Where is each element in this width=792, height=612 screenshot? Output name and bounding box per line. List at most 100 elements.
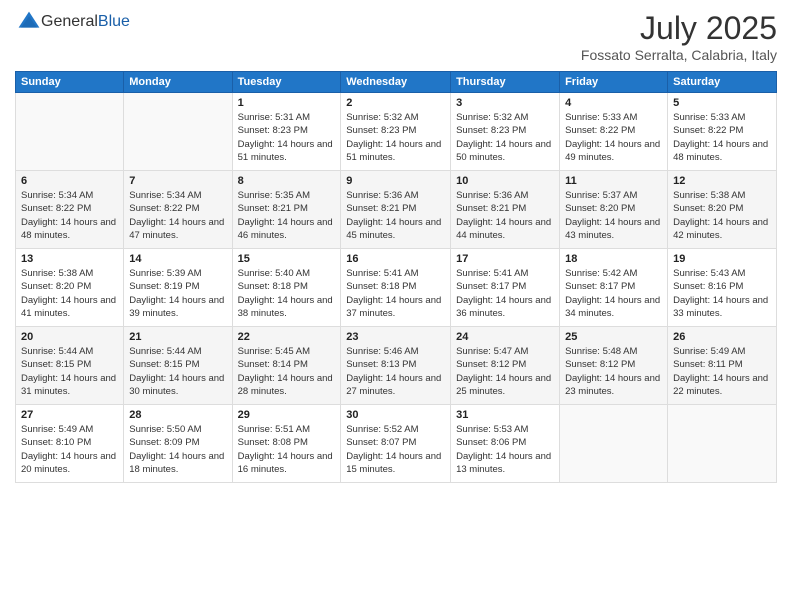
- day-header-tuesday: Tuesday: [232, 72, 341, 93]
- day-info: Sunrise: 5:44 AM Sunset: 8:15 PM Dayligh…: [129, 345, 226, 398]
- day-info: Sunrise: 5:36 AM Sunset: 8:21 PM Dayligh…: [346, 189, 445, 242]
- day-header-saturday: Saturday: [668, 72, 777, 93]
- day-number: 4: [565, 97, 662, 109]
- calendar-cell: 8 Sunrise: 5:35 AM Sunset: 8:21 PM Daylig…: [232, 171, 341, 249]
- calendar-cell: 14 Sunrise: 5:39 AM Sunset: 8:19 PM Dayli…: [124, 249, 232, 327]
- calendar-cell: 2Sunrise: 5:32 AM Sunset: 8:23 PM Daylig…: [341, 93, 451, 171]
- day-info: Sunrise: 5:50 AM Sunset: 8:09 PM Dayligh…: [129, 423, 226, 476]
- calendar-cell: 24Sunrise: 5:47 AM Sunset: 8:12 PM Dayli…: [451, 327, 560, 405]
- day-info: Sunrise: 5:38 AM Sunset: 8:20 PM Dayligh…: [673, 189, 771, 242]
- calendar-cell: 27 Sunrise: 5:49 AM Sunset: 8:10 PM Dayli…: [16, 405, 124, 483]
- day-info: Sunrise: 5:33 AM Sunset: 8:22 PM Dayligh…: [673, 111, 771, 164]
- day-info: Sunrise: 5:32 AM Sunset: 8:23 PM Dayligh…: [456, 111, 554, 164]
- day-info: Sunrise: 5:49 AM Sunset: 8:11 PM Dayligh…: [673, 345, 771, 398]
- day-number: 30: [346, 409, 445, 421]
- calendar-cell: 26 Sunrise: 5:49 AM Sunset: 8:11 PM Dayli…: [668, 327, 777, 405]
- calendar-cell: 17Sunrise: 5:41 AM Sunset: 8:17 PM Dayli…: [451, 249, 560, 327]
- calendar-title: July 2025: [581, 10, 777, 47]
- calendar-cell: [560, 405, 668, 483]
- calendar-cell: 22 Sunrise: 5:45 AM Sunset: 8:14 PM Dayli…: [232, 327, 341, 405]
- day-header-wednesday: Wednesday: [341, 72, 451, 93]
- day-number: 11: [565, 175, 662, 187]
- calendar-cell: 12 Sunrise: 5:38 AM Sunset: 8:20 PM Dayli…: [668, 171, 777, 249]
- day-number: 5: [673, 97, 771, 109]
- day-number: 27: [21, 409, 118, 421]
- calendar-cell: [124, 93, 232, 171]
- day-info: Sunrise: 5:35 AM Sunset: 8:21 PM Dayligh…: [238, 189, 336, 242]
- day-number: 29: [238, 409, 336, 421]
- day-info: Sunrise: 5:45 AM Sunset: 8:14 PM Dayligh…: [238, 345, 336, 398]
- calendar-cell: 19Sunrise: 5:43 AM Sunset: 8:16 PM Dayli…: [668, 249, 777, 327]
- day-info: Sunrise: 5:40 AM Sunset: 8:18 PM Dayligh…: [238, 267, 336, 320]
- calendar-cell: 5 Sunrise: 5:33 AM Sunset: 8:22 PM Daylig…: [668, 93, 777, 171]
- title-block: July 2025 Fossato Serralta, Calabria, It…: [581, 10, 777, 63]
- day-number: 28: [129, 409, 226, 421]
- calendar-week-1: 1 Sunrise: 5:31 AM Sunset: 8:23 PM Daylig…: [16, 93, 777, 171]
- day-info: Sunrise: 5:41 AM Sunset: 8:18 PM Dayligh…: [346, 267, 445, 320]
- calendar-page: GeneralBlue July 2025 Fossato Serralta, …: [0, 0, 792, 612]
- calendar-cell: [668, 405, 777, 483]
- day-info: Sunrise: 5:53 AM Sunset: 8:06 PM Dayligh…: [456, 423, 554, 476]
- logo-icon: [17, 10, 41, 34]
- day-info: Sunrise: 5:38 AM Sunset: 8:20 PM Dayligh…: [21, 267, 118, 320]
- calendar-cell: 29 Sunrise: 5:51 AM Sunset: 8:08 PM Dayli…: [232, 405, 341, 483]
- header: GeneralBlue July 2025 Fossato Serralta, …: [15, 10, 777, 63]
- day-info: Sunrise: 5:46 AM Sunset: 8:13 PM Dayligh…: [346, 345, 445, 398]
- calendar-cell: 31Sunrise: 5:53 AM Sunset: 8:06 PM Dayli…: [451, 405, 560, 483]
- day-info: Sunrise: 5:51 AM Sunset: 8:08 PM Dayligh…: [238, 423, 336, 476]
- day-number: 23: [346, 331, 445, 343]
- day-info: Sunrise: 5:43 AM Sunset: 8:16 PM Dayligh…: [673, 267, 771, 320]
- day-header-monday: Monday: [124, 72, 232, 93]
- day-info: Sunrise: 5:32 AM Sunset: 8:23 PM Dayligh…: [346, 111, 445, 164]
- day-number: 22: [238, 331, 336, 343]
- calendar-cell: 6 Sunrise: 5:34 AM Sunset: 8:22 PM Daylig…: [16, 171, 124, 249]
- calendar-cell: 15 Sunrise: 5:40 AM Sunset: 8:18 PM Dayli…: [232, 249, 341, 327]
- day-number: 8: [238, 175, 336, 187]
- calendar-cell: 16Sunrise: 5:41 AM Sunset: 8:18 PM Dayli…: [341, 249, 451, 327]
- day-number: 6: [21, 175, 118, 187]
- day-number: 10: [456, 175, 554, 187]
- day-info: Sunrise: 5:37 AM Sunset: 8:20 PM Dayligh…: [565, 189, 662, 242]
- calendar-cell: 1 Sunrise: 5:31 AM Sunset: 8:23 PM Daylig…: [232, 93, 341, 171]
- day-info: Sunrise: 5:34 AM Sunset: 8:22 PM Dayligh…: [129, 189, 226, 242]
- day-number: 3: [456, 97, 554, 109]
- day-number: 9: [346, 175, 445, 187]
- calendar-cell: [16, 93, 124, 171]
- calendar-week-2: 6 Sunrise: 5:34 AM Sunset: 8:22 PM Daylig…: [16, 171, 777, 249]
- logo-general-text: General: [41, 13, 98, 30]
- calendar-table: SundayMondayTuesdayWednesdayThursdayFrid…: [15, 71, 777, 483]
- day-number: 17: [456, 253, 554, 265]
- day-info: Sunrise: 5:52 AM Sunset: 8:07 PM Dayligh…: [346, 423, 445, 476]
- day-info: Sunrise: 5:49 AM Sunset: 8:10 PM Dayligh…: [21, 423, 118, 476]
- calendar-header-row: SundayMondayTuesdayWednesdayThursdayFrid…: [16, 72, 777, 93]
- logo-blue-text: Blue: [98, 13, 130, 30]
- day-info: Sunrise: 5:42 AM Sunset: 8:17 PM Dayligh…: [565, 267, 662, 320]
- day-number: 12: [673, 175, 771, 187]
- day-number: 14: [129, 253, 226, 265]
- day-number: 18: [565, 253, 662, 265]
- day-number: 13: [21, 253, 118, 265]
- day-number: 25: [565, 331, 662, 343]
- day-number: 1: [238, 97, 336, 109]
- day-info: Sunrise: 5:44 AM Sunset: 8:15 PM Dayligh…: [21, 345, 118, 398]
- day-number: 7: [129, 175, 226, 187]
- calendar-cell: 21Sunrise: 5:44 AM Sunset: 8:15 PM Dayli…: [124, 327, 232, 405]
- calendar-cell: 20Sunrise: 5:44 AM Sunset: 8:15 PM Dayli…: [16, 327, 124, 405]
- day-info: Sunrise: 5:39 AM Sunset: 8:19 PM Dayligh…: [129, 267, 226, 320]
- day-info: Sunrise: 5:48 AM Sunset: 8:12 PM Dayligh…: [565, 345, 662, 398]
- day-number: 26: [673, 331, 771, 343]
- calendar-cell: 23 Sunrise: 5:46 AM Sunset: 8:13 PM Dayli…: [341, 327, 451, 405]
- calendar-cell: 11 Sunrise: 5:37 AM Sunset: 8:20 PM Dayli…: [560, 171, 668, 249]
- day-info: Sunrise: 5:31 AM Sunset: 8:23 PM Dayligh…: [238, 111, 336, 164]
- calendar-cell: 25 Sunrise: 5:48 AM Sunset: 8:12 PM Dayli…: [560, 327, 668, 405]
- day-header-sunday: Sunday: [16, 72, 124, 93]
- logo: GeneralBlue: [15, 10, 130, 34]
- calendar-cell: 30 Sunrise: 5:52 AM Sunset: 8:07 PM Dayli…: [341, 405, 451, 483]
- day-info: Sunrise: 5:34 AM Sunset: 8:22 PM Dayligh…: [21, 189, 118, 242]
- day-header-friday: Friday: [560, 72, 668, 93]
- calendar-cell: 3 Sunrise: 5:32 AM Sunset: 8:23 PM Daylig…: [451, 93, 560, 171]
- calendar-cell: 28 Sunrise: 5:50 AM Sunset: 8:09 PM Dayli…: [124, 405, 232, 483]
- day-number: 15: [238, 253, 336, 265]
- day-info: Sunrise: 5:36 AM Sunset: 8:21 PM Dayligh…: [456, 189, 554, 242]
- calendar-week-4: 20Sunrise: 5:44 AM Sunset: 8:15 PM Dayli…: [16, 327, 777, 405]
